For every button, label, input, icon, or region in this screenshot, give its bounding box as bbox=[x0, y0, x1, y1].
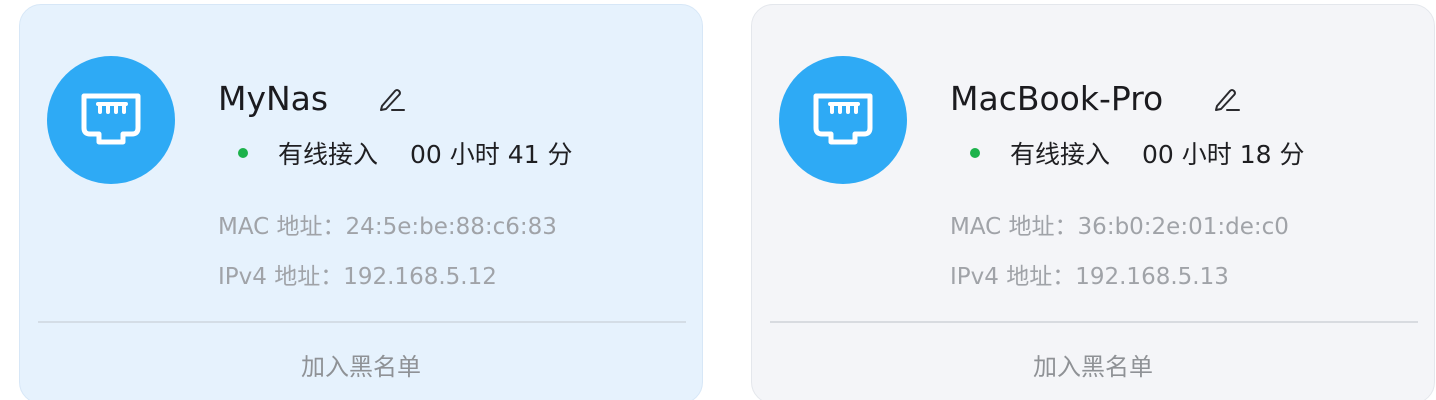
mac-value: 36:b0:2e:01:de:c0 bbox=[1077, 214, 1289, 240]
connection-duration: 00 小时 41 分 bbox=[410, 140, 573, 169]
status-dot bbox=[970, 148, 980, 158]
mac-label: MAC 地址： bbox=[950, 214, 1078, 240]
connection-type: 有线接入 bbox=[278, 140, 379, 169]
connection-status: 有线接入 00 小时 41 分 bbox=[238, 135, 572, 171]
device-avatar bbox=[47, 56, 175, 184]
ipv4-address: IPv4 地址：192.168.5.13 bbox=[950, 257, 1229, 291]
connection-duration: 00 小时 18 分 bbox=[1142, 140, 1305, 169]
connection-type: 有线接入 bbox=[1010, 140, 1111, 169]
mac-value: 24:5e:be:88:c6:83 bbox=[345, 214, 557, 240]
connection-status: 有线接入 00 小时 18 分 bbox=[970, 135, 1304, 171]
device-name-text: MyNas bbox=[218, 79, 329, 118]
device-card-list: MyNas 有线接入 00 小时 41 分 MAC 地址：24:5e:be:88… bbox=[0, 0, 1436, 400]
add-to-blacklist-button[interactable]: 加入黑名单 bbox=[20, 347, 702, 382]
ipv4-label: IPv4 地址： bbox=[218, 264, 344, 290]
ethernet-port-icon bbox=[81, 93, 141, 145]
device-card[interactable]: MacBook-Pro 有线接入 00 小时 18 分 MAC 地址：36:b0… bbox=[751, 4, 1435, 400]
device-card[interactable]: MyNas 有线接入 00 小时 41 分 MAC 地址：24:5e:be:88… bbox=[19, 4, 703, 400]
card-divider bbox=[38, 321, 686, 323]
edit-pencil-icon[interactable] bbox=[1211, 84, 1241, 114]
ipv4-value: 192.168.5.13 bbox=[1075, 264, 1229, 290]
mac-address: MAC 地址：24:5e:be:88:c6:83 bbox=[218, 207, 557, 241]
add-to-blacklist-button[interactable]: 加入黑名单 bbox=[752, 347, 1434, 382]
device-avatar bbox=[779, 56, 907, 184]
device-name: MacBook-Pro bbox=[950, 79, 1241, 118]
status-dot bbox=[238, 148, 248, 158]
mac-address: MAC 地址：36:b0:2e:01:de:c0 bbox=[950, 207, 1289, 241]
ipv4-address: IPv4 地址：192.168.5.12 bbox=[218, 257, 497, 291]
ipv4-label: IPv4 地址： bbox=[950, 264, 1076, 290]
device-name-text: MacBook-Pro bbox=[950, 79, 1164, 118]
card-divider bbox=[770, 321, 1418, 323]
edit-pencil-icon[interactable] bbox=[376, 84, 406, 114]
device-name: MyNas bbox=[218, 79, 406, 118]
ethernet-port-icon bbox=[813, 93, 873, 145]
ipv4-value: 192.168.5.12 bbox=[343, 264, 497, 290]
mac-label: MAC 地址： bbox=[218, 214, 346, 240]
